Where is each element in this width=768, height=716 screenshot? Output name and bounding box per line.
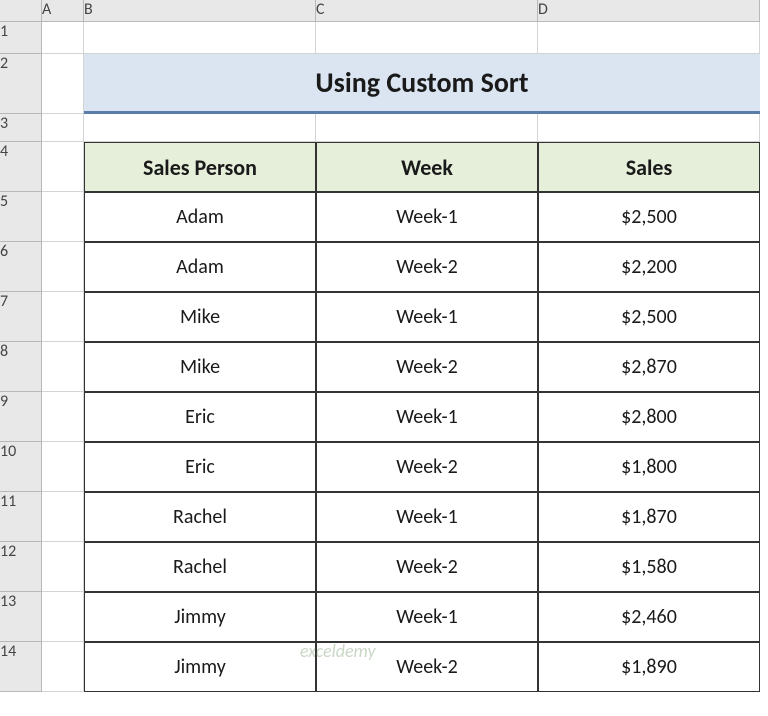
table-row[interactable]: $2,460 xyxy=(538,592,760,642)
cell-a4[interactable] xyxy=(42,142,84,192)
cell-a8[interactable] xyxy=(42,342,84,392)
table-row[interactable]: $2,870 xyxy=(538,342,760,392)
select-all-corner[interactable] xyxy=(0,0,42,22)
cell-a12[interactable] xyxy=(42,542,84,592)
cell-b1[interactable] xyxy=(84,22,316,54)
cell-a6[interactable] xyxy=(42,242,84,292)
col-header-d[interactable]: D xyxy=(538,0,760,22)
cell-a13[interactable] xyxy=(42,592,84,642)
cell-d1[interactable] xyxy=(538,22,760,54)
table-row[interactable]: Week-2 xyxy=(316,442,538,492)
table-row[interactable]: $1,870 xyxy=(538,492,760,542)
cell-c1[interactable] xyxy=(316,22,538,54)
table-row[interactable]: Rachel xyxy=(84,542,316,592)
row-header-14[interactable]: 14 xyxy=(0,642,42,692)
col-header-c[interactable]: C xyxy=(316,0,538,22)
table-row[interactable]: Mike xyxy=(84,342,316,392)
cell-a2[interactable] xyxy=(42,54,84,114)
cell-a14[interactable] xyxy=(42,642,84,692)
row-header-12[interactable]: 12 xyxy=(0,542,42,592)
table-row[interactable]: Week-1 xyxy=(316,592,538,642)
table-row[interactable]: $1,580 xyxy=(538,542,760,592)
cell-a3[interactable] xyxy=(42,114,84,142)
table-row[interactable]: $1,800 xyxy=(538,442,760,492)
table-row[interactable]: Week-1 xyxy=(316,192,538,242)
row-header-2[interactable]: 2 xyxy=(0,54,42,114)
row-header-8[interactable]: 8 xyxy=(0,342,42,392)
cell-a5[interactable] xyxy=(42,192,84,242)
table-row[interactable]: Adam xyxy=(84,242,316,292)
row-header-5[interactable]: 5 xyxy=(0,192,42,242)
table-row[interactable]: $2,800 xyxy=(538,392,760,442)
table-header-week[interactable]: Week xyxy=(316,142,538,192)
cell-a10[interactable] xyxy=(42,442,84,492)
table-row[interactable]: $2,500 xyxy=(538,292,760,342)
table-row[interactable]: Week-2 xyxy=(316,642,538,692)
table-row[interactable]: Week-1 xyxy=(316,292,538,342)
cell-a1[interactable] xyxy=(42,22,84,54)
cell-a9[interactable] xyxy=(42,392,84,442)
table-header-sales[interactable]: Sales xyxy=(538,142,760,192)
table-row[interactable]: $2,500 xyxy=(538,192,760,242)
table-row[interactable]: Week-2 xyxy=(316,342,538,392)
table-row[interactable]: Week-2 xyxy=(316,542,538,592)
table-row[interactable]: Eric xyxy=(84,442,316,492)
row-header-7[interactable]: 7 xyxy=(0,292,42,342)
row-header-13[interactable]: 13 xyxy=(0,592,42,642)
spreadsheet-grid: A B C D 1 2 Using Custom Sort 3 4 Sales … xyxy=(0,0,768,692)
row-header-6[interactable]: 6 xyxy=(0,242,42,292)
cell-c3[interactable] xyxy=(316,114,538,142)
col-header-b[interactable]: B xyxy=(84,0,316,22)
cell-a11[interactable] xyxy=(42,492,84,542)
row-header-10[interactable]: 10 xyxy=(0,442,42,492)
table-row[interactable]: Mike xyxy=(84,292,316,342)
table-row[interactable]: $1,890 xyxy=(538,642,760,692)
table-header-person[interactable]: Sales Person xyxy=(84,142,316,192)
table-row[interactable]: Jimmy xyxy=(84,592,316,642)
cell-a7[interactable] xyxy=(42,292,84,342)
table-row[interactable]: Week-1 xyxy=(316,392,538,442)
table-row[interactable]: $2,200 xyxy=(538,242,760,292)
col-header-a[interactable]: A xyxy=(42,0,84,22)
row-header-3[interactable]: 3 xyxy=(0,114,42,142)
table-row[interactable]: Eric xyxy=(84,392,316,442)
row-header-4[interactable]: 4 xyxy=(0,142,42,192)
table-row[interactable]: Adam xyxy=(84,192,316,242)
table-row[interactable]: Jimmy xyxy=(84,642,316,692)
row-header-9[interactable]: 9 xyxy=(0,392,42,442)
cell-b3[interactable] xyxy=(84,114,316,142)
page-title[interactable]: Using Custom Sort xyxy=(84,54,760,114)
row-header-1[interactable]: 1 xyxy=(0,22,42,54)
cell-d3[interactable] xyxy=(538,114,760,142)
row-header-11[interactable]: 11 xyxy=(0,492,42,542)
table-row[interactable]: Rachel xyxy=(84,492,316,542)
table-row[interactable]: Week-2 xyxy=(316,242,538,292)
table-row[interactable]: Week-1 xyxy=(316,492,538,542)
